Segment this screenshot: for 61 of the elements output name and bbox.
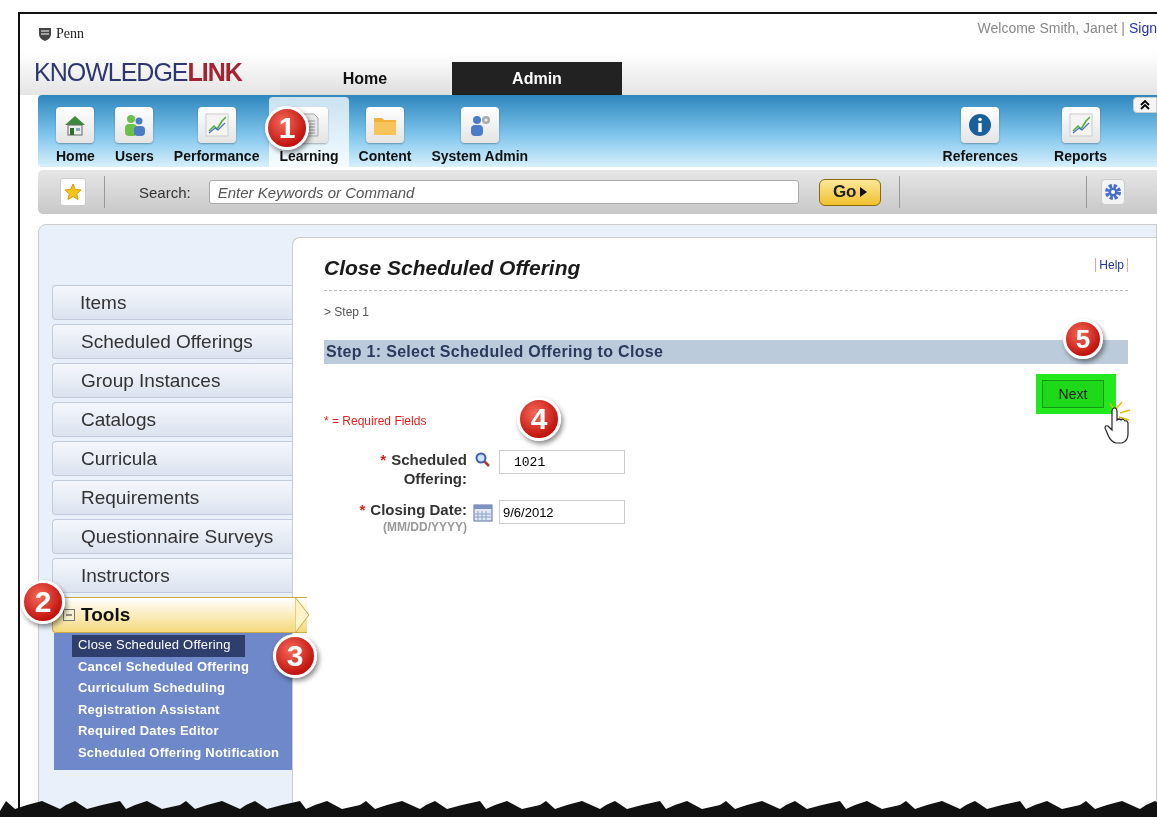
- sign-link[interactable]: Sign: [1128, 20, 1157, 52]
- search-label: Search:: [139, 183, 191, 201]
- shield-icon: [38, 27, 52, 41]
- step-badge: 2: [21, 580, 65, 624]
- collapse-icon: [63, 609, 75, 621]
- nav-label: Performance: [173, 148, 260, 164]
- double-caret-icon: [1140, 100, 1150, 110]
- separator: |: [1121, 20, 1125, 38]
- search-field[interactable]: Enter Keywords or Command: [208, 180, 799, 204]
- sidebar-item[interactable]: Requirements: [52, 480, 292, 515]
- required-mark: *: [380, 451, 387, 468]
- sidebar-item[interactable]: Tools: [52, 597, 307, 633]
- pointer-tip-icon: [295, 597, 309, 633]
- required-mark: *: [359, 501, 366, 518]
- chart-icon: [1066, 111, 1095, 139]
- field-label: * Scheduled Offering:: [379, 450, 467, 488]
- format-hint: (MM/DD/YYYY): [382, 520, 467, 534]
- sidebar-item[interactable]: Questionnaire Surveys: [52, 519, 292, 554]
- breadcrumb: > Step 1: [324, 305, 371, 319]
- field-label: * Closing Date:: [358, 500, 467, 519]
- go-button[interactable]: Go: [818, 178, 881, 206]
- page-title: Close Scheduled Offering: [324, 256, 581, 280]
- nav-label: Home: [56, 148, 95, 164]
- logo: KNOWLEDGELINK: [33, 58, 244, 88]
- settings-icon: [1103, 183, 1122, 201]
- star-icon: [64, 183, 82, 201]
- submenu-item[interactable]: Close Scheduled Offering: [72, 635, 245, 657]
- sidebar-item[interactable]: Scheduled Offerings: [52, 324, 292, 359]
- favorite-button[interactable]: [60, 178, 86, 206]
- nav-label: System Admin: [431, 148, 529, 164]
- nav-label: Learning: [279, 148, 339, 164]
- nav-label: Reports: [1054, 148, 1107, 164]
- collapse-button[interactable]: [1133, 97, 1157, 113]
- search-icon: [475, 452, 491, 468]
- nav-item[interactable]: Home: [46, 97, 105, 167]
- institution-name: Penn: [56, 26, 84, 42]
- play-icon: [859, 187, 867, 197]
- welcome-text: Welcome Smith, Janet: [977, 20, 1118, 38]
- help-link[interactable]: Help: [1095, 258, 1128, 272]
- next-button[interactable]: Next: [1042, 380, 1104, 408]
- sidebar-item[interactable]: Curricula: [52, 441, 292, 476]
- nav-item[interactable]: System Admin: [421, 97, 539, 167]
- nav-item[interactable]: Users: [104, 97, 164, 167]
- input-field[interactable]: 9/6/2012: [499, 500, 625, 524]
- nav-label: Users: [114, 148, 154, 164]
- nav-label: Content: [358, 148, 412, 164]
- nav-item[interactable]: References: [932, 97, 1029, 167]
- nav-label: References: [942, 148, 1019, 164]
- sidebar-item[interactable]: Instructors: [52, 558, 292, 593]
- required-note: * = Required Fields: [324, 414, 427, 428]
- top-tab[interactable]: Admin: [452, 62, 622, 95]
- calendar-icon: [473, 502, 493, 522]
- nav-item[interactable]: Content: [348, 97, 422, 167]
- sidebar-label: Tools: [81, 604, 131, 626]
- sidebar-item[interactable]: Items: [52, 285, 292, 320]
- nav-item[interactable]: Reports: [1044, 97, 1117, 167]
- chart-icon: [202, 111, 231, 139]
- settings-button[interactable]: [1100, 179, 1125, 205]
- input-field[interactable]: 1021: [499, 450, 625, 474]
- sidebar-item[interactable]: Group Instances: [52, 363, 292, 398]
- sidebar-item[interactable]: Catalogs: [52, 402, 292, 437]
